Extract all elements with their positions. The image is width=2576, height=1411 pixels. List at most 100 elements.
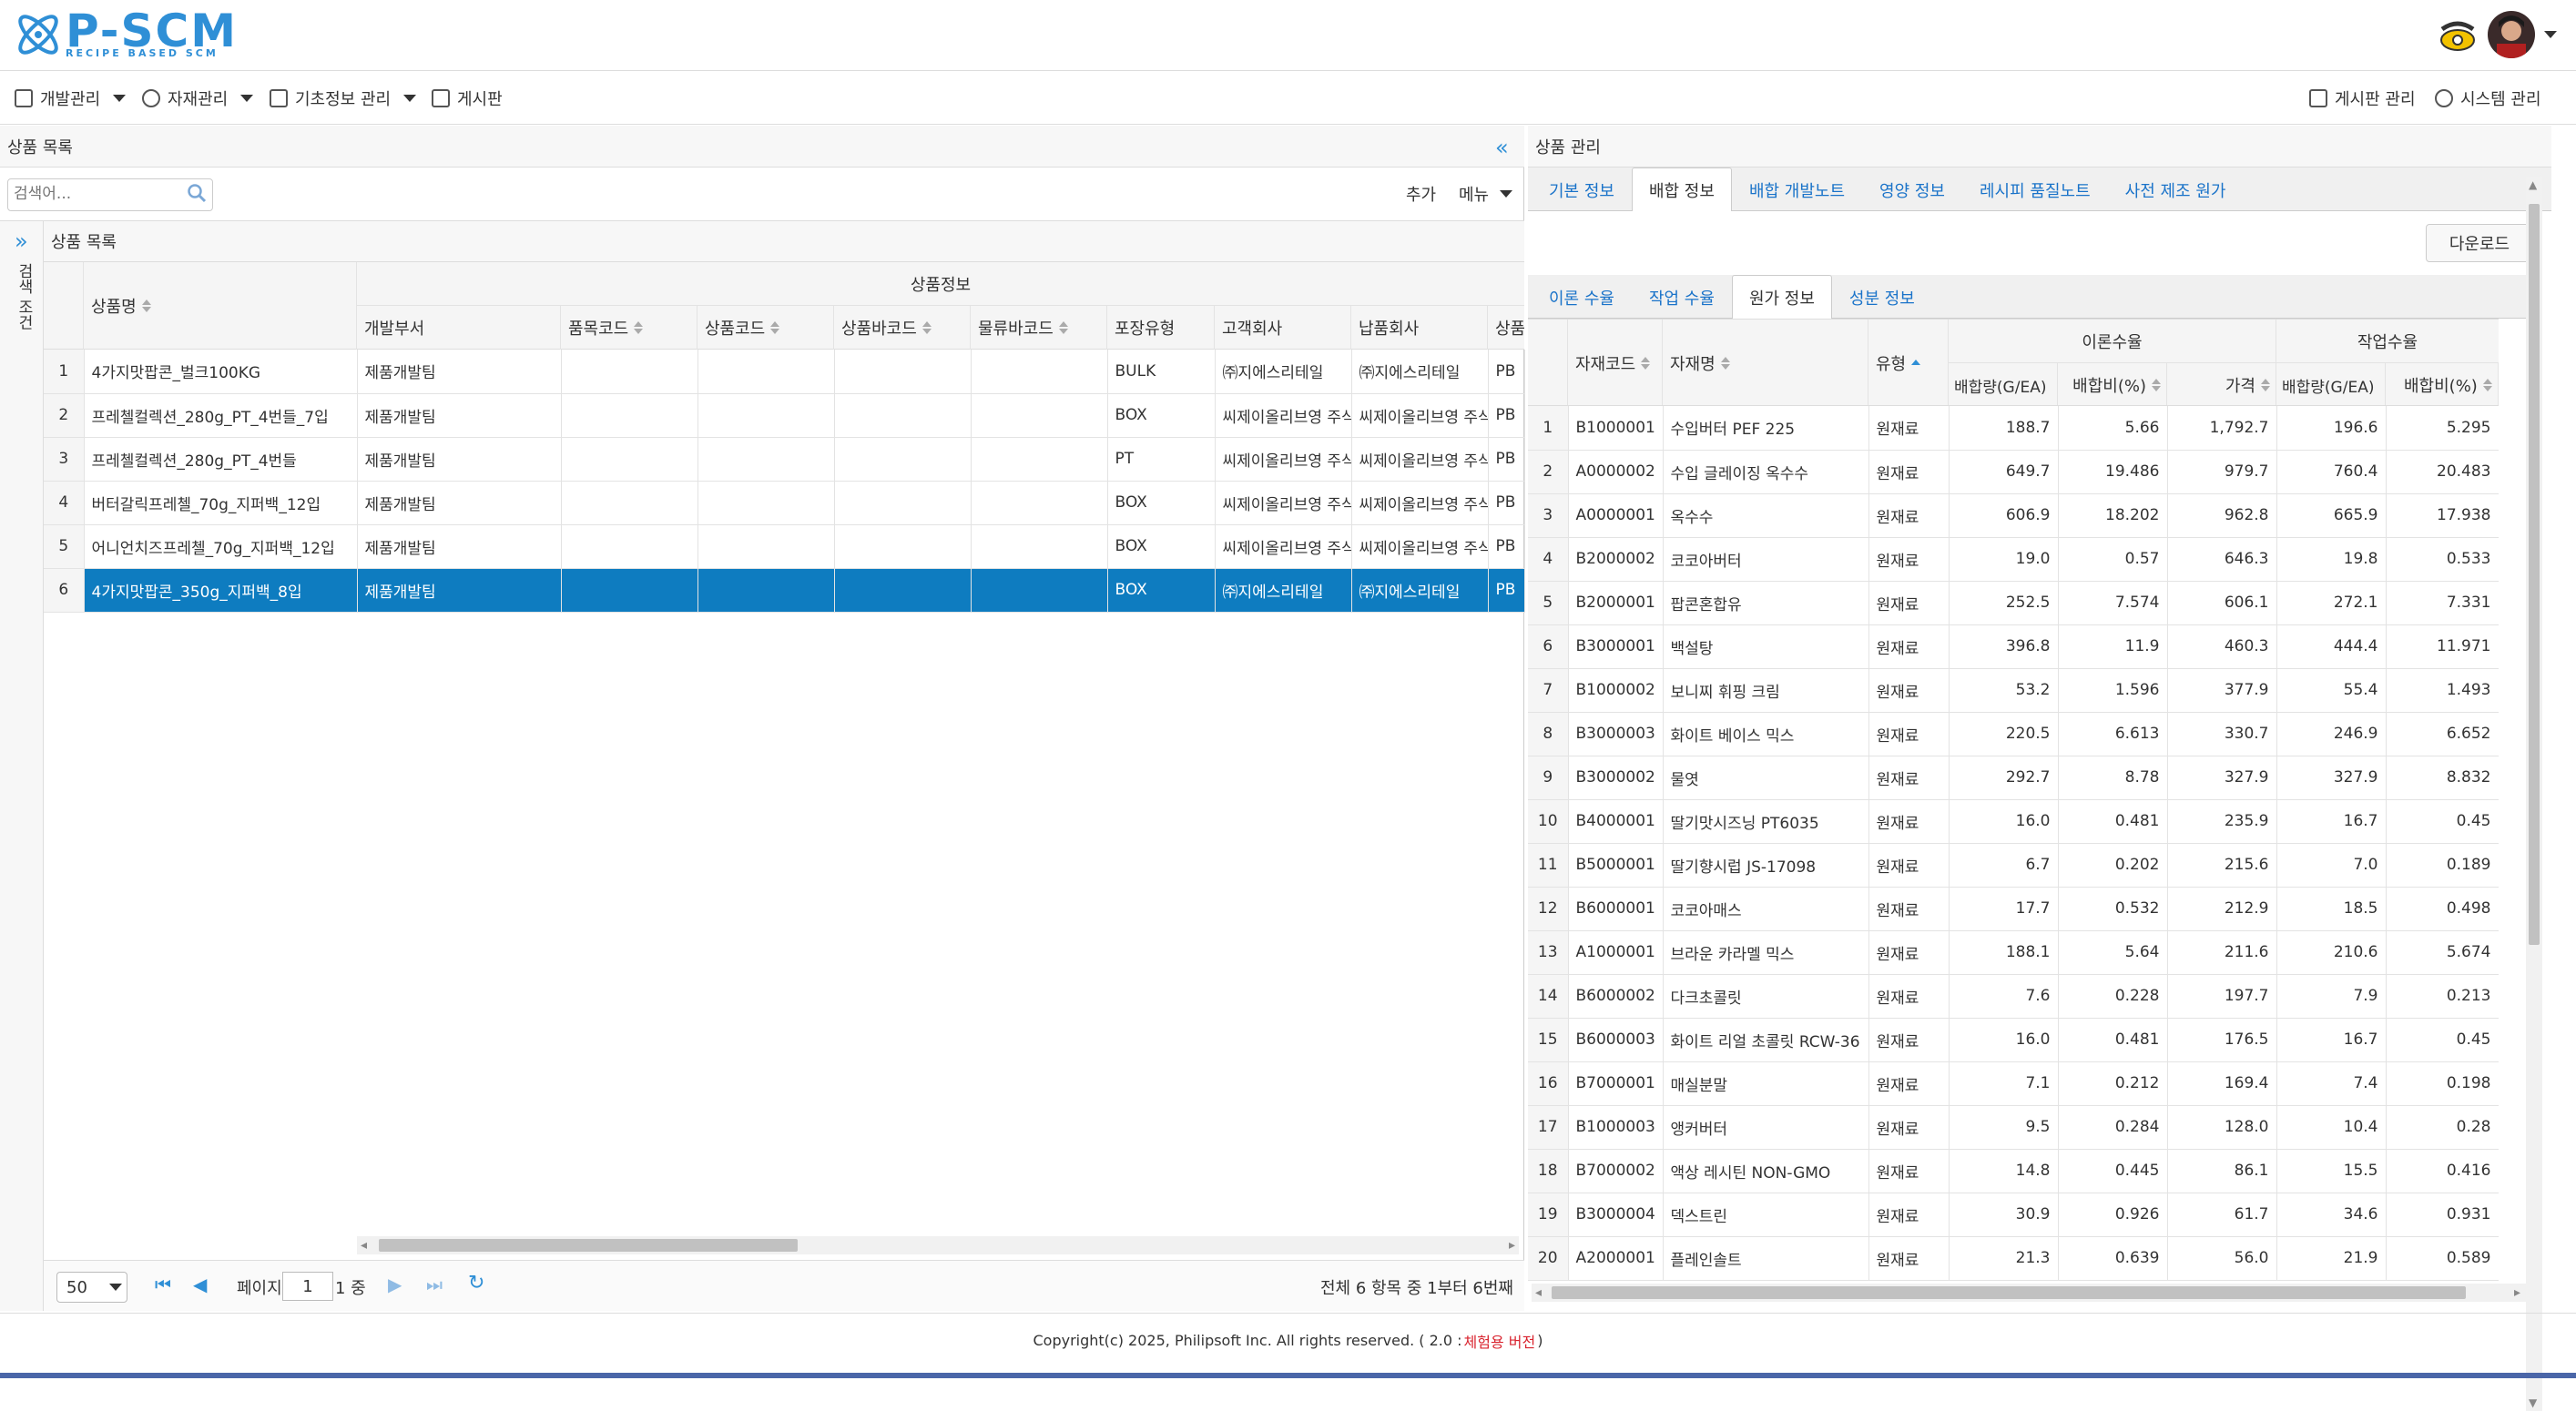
table-cell[interactable]: 다크초콜릿 xyxy=(1663,974,1869,1019)
cost-grid-hscrollbar[interactable]: ◂ ▸ xyxy=(1532,1284,2526,1302)
download-button[interactable]: 다운로드 xyxy=(2426,224,2533,262)
user-avatar[interactable] xyxy=(2488,11,2535,58)
table-cell[interactable]: 원재료 xyxy=(1868,1193,1950,1237)
table-cell[interactable]: 188.1 xyxy=(1949,930,2059,975)
table-cell[interactable]: B2000002 xyxy=(1568,537,1664,582)
table-cell[interactable]: 197.7 xyxy=(2167,974,2277,1019)
table-cell[interactable]: 원재료 xyxy=(1868,1105,1950,1150)
table-cell[interactable]: 396.8 xyxy=(1949,624,2059,669)
table-cell[interactable]: 7.1 xyxy=(1949,1061,2059,1106)
table-cell[interactable]: PB xyxy=(1488,393,1525,438)
table-cell[interactable]: 씨제이올리브영 주식 xyxy=(1215,524,1352,569)
table-cell[interactable]: 20.483 xyxy=(2386,450,2499,494)
table-cell[interactable]: 56.0 xyxy=(2167,1236,2277,1281)
table-cell[interactable]: 프레첼컬렉션_280g_PT_4번들_7입 xyxy=(84,393,358,438)
table-cell[interactable]: 646.3 xyxy=(2167,537,2277,582)
table-cell[interactable]: 0.416 xyxy=(2386,1149,2499,1193)
table-cell[interactable]: 씨제이올리브영 주식 xyxy=(1351,524,1489,569)
table-cell[interactable]: 원재료 xyxy=(1868,1149,1950,1193)
table-cell[interactable]: B6000002 xyxy=(1568,974,1664,1019)
table-cell[interactable]: 5.66 xyxy=(2058,406,2168,451)
table-cell[interactable]: B6000001 xyxy=(1568,887,1664,931)
table-cell[interactable]: B6000003 xyxy=(1568,1018,1664,1062)
table-cell[interactable]: 제품개발팀 xyxy=(357,350,562,394)
table-cell[interactable]: 버터갈릭프레첼_70g_지퍼백_12입 xyxy=(84,481,358,525)
table-cell[interactable]: 212.9 xyxy=(2167,887,2277,931)
scroll-up-arrow-icon[interactable]: ▲ xyxy=(2529,178,2537,191)
table-cell[interactable]: 제품개발팀 xyxy=(357,481,562,525)
table-cell[interactable]: ㈜지에스리테일 xyxy=(1215,568,1352,613)
table-cell[interactable]: 수입 글레이징 옥수수 xyxy=(1663,450,1869,494)
table-cell[interactable]: 0.202 xyxy=(2058,843,2168,888)
table-cell[interactable]: 8.832 xyxy=(2386,756,2499,800)
table-cell[interactable]: 292.7 xyxy=(1949,756,2059,800)
table-cell[interactable]: 0.45 xyxy=(2386,799,2499,844)
table-cell[interactable]: 665.9 xyxy=(2276,493,2387,538)
table-cell[interactable] xyxy=(561,481,698,525)
table-cell[interactable]: 0.931 xyxy=(2386,1193,2499,1237)
table-cell[interactable]: 씨제이올리브영 주식 xyxy=(1215,393,1352,438)
table-cell[interactable]: B2000001 xyxy=(1568,581,1664,625)
table-cell[interactable]: 15.5 xyxy=(2276,1149,2387,1193)
table-cell[interactable]: 원재료 xyxy=(1868,450,1950,494)
table-cell[interactable]: 딸기향시럽 JS-17098 xyxy=(1663,843,1869,888)
table-cell[interactable]: B7000002 xyxy=(1568,1149,1664,1193)
col-header-material-name[interactable]: 자재명 xyxy=(1663,320,1868,405)
table-cell[interactable]: 제품개발팀 xyxy=(357,568,562,613)
table-cell[interactable] xyxy=(697,437,835,482)
table-cell[interactable]: B3000003 xyxy=(1568,712,1664,756)
table-cell[interactable]: 물엿 xyxy=(1663,756,1869,800)
col-header-type[interactable]: 유형 xyxy=(1868,320,1949,405)
table-cell[interactable] xyxy=(971,481,1108,525)
table-cell[interactable] xyxy=(971,393,1108,438)
table-cell[interactable]: A0000002 xyxy=(1568,450,1664,494)
col-header-theory-ratio[interactable]: 배합비(%) xyxy=(2058,363,2167,405)
table-cell[interactable]: ㈜지에스리테일 xyxy=(1351,350,1489,394)
app-logo[interactable]: P-SCM RECIPE BASED SCM xyxy=(13,7,238,62)
table-cell[interactable]: 원재료 xyxy=(1868,406,1950,451)
table-cell[interactable]: B1000002 xyxy=(1568,668,1664,713)
next-page-icon[interactable]: ▶ xyxy=(388,1274,402,1295)
table-cell[interactable]: 14.8 xyxy=(1949,1149,2059,1193)
table-cell[interactable]: 7.9 xyxy=(2276,974,2387,1019)
table-cell[interactable] xyxy=(561,524,698,569)
table-cell[interactable]: 덱스트린 xyxy=(1663,1193,1869,1237)
table-cell[interactable]: 원재료 xyxy=(1868,712,1950,756)
table-cell[interactable]: 옥수수 xyxy=(1663,493,1869,538)
table-cell[interactable]: 1.596 xyxy=(2058,668,2168,713)
user-menu-caret-icon[interactable] xyxy=(2544,31,2557,38)
table-cell[interactable] xyxy=(971,524,1108,569)
subtab-item[interactable]: 원가 정보 xyxy=(1731,275,1832,319)
scrollbar-thumb[interactable] xyxy=(1552,1286,2466,1299)
table-cell[interactable]: PB xyxy=(1488,481,1525,525)
col-header-item-code[interactable]: 품목코드 xyxy=(561,306,697,350)
table-cell[interactable] xyxy=(561,437,698,482)
tab-item[interactable]: 배합 개발노트 xyxy=(1732,167,1862,211)
table-cell[interactable]: BOX xyxy=(1107,393,1216,438)
table-cell[interactable] xyxy=(834,568,972,613)
table-cell[interactable]: 화이트 베이스 믹스 xyxy=(1663,712,1869,756)
table-cell[interactable] xyxy=(834,437,972,482)
table-cell[interactable]: 원재료 xyxy=(1868,974,1950,1019)
scroll-left-arrow-icon[interactable]: ◂ xyxy=(1535,1285,1542,1300)
table-cell[interactable]: 7.574 xyxy=(2058,581,2168,625)
table-cell[interactable]: 649.7 xyxy=(1949,450,2059,494)
table-cell[interactable]: 16.0 xyxy=(1949,1018,2059,1062)
table-cell[interactable]: 962.8 xyxy=(2167,493,2277,538)
table-cell[interactable]: 19.486 xyxy=(2058,450,2168,494)
table-cell[interactable] xyxy=(561,350,698,394)
table-cell[interactable] xyxy=(971,568,1108,613)
table-row[interactable]: 14 B6000002 다크초콜릿 원재료 7.6 0.228 197.7 7.9 0.213 xyxy=(1528,974,2499,1019)
table-row[interactable]: 16 B7000001 매실분말 원재료 7.1 0.212 169.4 7.4 0.198 xyxy=(1528,1061,2499,1106)
table-row[interactable]: 4 B2000002 코코아버터 원재료 19.0 0.57 646.3 19.8 0.533 xyxy=(1528,537,2499,582)
right-panel-vscrollbar[interactable]: ▲ ▼ xyxy=(2526,177,2542,1411)
table-cell[interactable]: PT xyxy=(1107,437,1216,482)
table-cell[interactable]: 제품개발팀 xyxy=(357,393,562,438)
phone-icon[interactable] xyxy=(2437,16,2479,53)
col-header-supplier[interactable]: 납품회사 xyxy=(1351,306,1488,350)
table-cell[interactable]: 앵커버터 xyxy=(1663,1105,1869,1150)
table-row[interactable]: 17 B1000003 앵커버터 원재료 9.5 0.284 128.0 10.4 0.28 xyxy=(1528,1105,2499,1150)
table-row[interactable]: 5 어니언치즈프레첼_70g_지퍼백_12입 제품개발팀 BOX 씨제이올리브영 주식 씨… xyxy=(44,524,1525,569)
table-cell[interactable]: 196.6 xyxy=(2276,406,2387,451)
scrollbar-thumb[interactable] xyxy=(379,1239,798,1252)
